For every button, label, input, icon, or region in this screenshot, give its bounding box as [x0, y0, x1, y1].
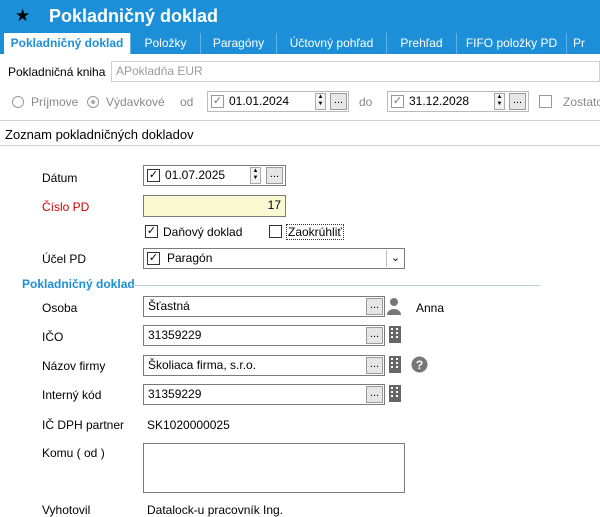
to-whom-label: Komu ( od ) — [42, 446, 105, 460]
date-field[interactable]: ✓ 01.07.2025 — [143, 165, 286, 186]
book-label: Pokladničná kniha — [8, 65, 106, 79]
to-date-check[interactable]: ✓ — [391, 95, 404, 108]
purpose-label: Účel PD — [42, 252, 87, 266]
from-date-field[interactable]: ✓ 01.01.2024 — [207, 91, 349, 112]
divider — [0, 120, 600, 121]
section-title: Zoznam pokladničných dokladov — [5, 127, 194, 142]
to-date-picker-button[interactable]: ... — [509, 93, 526, 110]
help-icon[interactable]: ? — [411, 356, 428, 373]
firm-field[interactable]: Školiaca firma, s.r.o. — [143, 355, 385, 376]
tab-fifo-polozky[interactable]: FIFO položky PD — [456, 33, 566, 54]
tab-prehlad[interactable]: Prehľad — [386, 33, 456, 54]
vat-label: IČ DPH partner — [42, 418, 125, 432]
group-title: Pokladničný doklad — [22, 277, 135, 291]
round-checkbox[interactable] — [269, 225, 282, 238]
purpose-check[interactable]: ✓ — [147, 252, 160, 265]
number-field[interactable]: 17 — [143, 195, 286, 217]
zostatok-label: Zostato — [563, 95, 600, 109]
tab-pokladnicny-doklad[interactable]: Pokladničný doklad — [4, 33, 130, 54]
radio-income-label: Príjmove — [31, 95, 79, 109]
tax-doc-checkbox[interactable]: ✓ — [145, 225, 158, 238]
book-field[interactable]: APokladňa EUR — [111, 61, 600, 82]
from-label: od — [180, 95, 194, 109]
to-label: do — [359, 95, 373, 109]
from-date-value: 01.01.2024 — [229, 94, 290, 108]
chevron-down-icon[interactable]: ⌄ — [386, 250, 404, 267]
check-icon: ✓ — [148, 169, 159, 181]
title-bar: ★ Pokladničný doklad — [0, 0, 600, 33]
vat-value: SK1020000025 — [147, 418, 230, 432]
from-date-check[interactable]: ✓ — [211, 95, 224, 108]
date-spinner[interactable]: ▲ ▼ — [250, 167, 261, 184]
group-divider — [130, 285, 540, 286]
tab-bar: Pokladničný doklad Položky Paragóny Účto… — [0, 33, 600, 54]
internal-code-label: Interný kód — [42, 388, 102, 402]
to-date-field[interactable]: ✓ 31.12.2028 — [387, 91, 529, 112]
date-picker-button[interactable]: ... — [266, 167, 283, 184]
person-firstname: Anna — [416, 301, 445, 315]
person-lookup-button[interactable]: ... — [366, 298, 383, 315]
purpose-value: Paragón — [167, 251, 213, 265]
check-icon: ✓ — [212, 95, 223, 107]
building-icon[interactable] — [389, 326, 401, 343]
check-icon: ✓ — [146, 225, 157, 237]
purpose-select[interactable]: ✓ Paragón ⌄ — [143, 248, 405, 269]
firm-label: Názov firmy — [42, 359, 106, 373]
radio-expense-label: Výdavkové — [106, 95, 165, 109]
round-label: Zaokrúhliť — [286, 224, 344, 240]
date-value: 01.07.2025 — [165, 168, 226, 182]
person-field[interactable]: Šťastná — [143, 296, 385, 317]
internal-code-field[interactable]: 31359229 — [143, 384, 385, 405]
to-date-value: 31.12.2028 — [409, 94, 470, 108]
date-label: Dátum — [42, 171, 78, 185]
building-icon[interactable] — [389, 385, 401, 402]
star-icon[interactable]: ★ — [15, 6, 30, 26]
window-title: Pokladničný doklad — [49, 6, 219, 26]
tab-more[interactable]: Pr — [566, 33, 600, 54]
ico-lookup-button[interactable]: ... — [366, 327, 383, 344]
to-date-spinner[interactable]: ▲ ▼ — [494, 93, 505, 110]
check-icon: ✓ — [392, 95, 403, 107]
building-icon[interactable] — [389, 356, 401, 373]
radio-expense[interactable] — [87, 96, 99, 108]
ico-field[interactable]: 31359229 — [143, 325, 385, 346]
check-icon: ✓ — [148, 252, 159, 264]
svg-text:?: ? — [416, 358, 423, 372]
tab-uctovny-pohlad[interactable]: Účtovný pohľad — [276, 33, 386, 54]
number-label: Číslo PD — [42, 200, 90, 214]
zostatok-checkbox[interactable] — [539, 95, 552, 108]
person-label: Osoba — [42, 301, 78, 315]
person-icon[interactable] — [387, 297, 401, 315]
radio-income[interactable] — [12, 96, 24, 108]
tax-doc-label: Daňový doklad — [163, 225, 243, 239]
ico-label: IČO — [42, 330, 64, 344]
tab-paragony[interactable]: Paragóny — [200, 33, 276, 54]
from-date-picker-button[interactable]: ... — [330, 93, 347, 110]
to-whom-field[interactable] — [143, 443, 405, 493]
internal-code-lookup-button[interactable]: ... — [366, 386, 383, 403]
from-date-spinner[interactable]: ▲ ▼ — [315, 93, 326, 110]
date-check[interactable]: ✓ — [147, 169, 160, 182]
divider — [0, 145, 600, 146]
issued-by-label: Vyhotovil — [42, 503, 91, 517]
tab-polozky[interactable]: Položky — [130, 33, 200, 54]
issued-by-value: Datalock-u pracovník Ing. — [147, 503, 284, 517]
firm-lookup-button[interactable]: ... — [366, 357, 383, 374]
